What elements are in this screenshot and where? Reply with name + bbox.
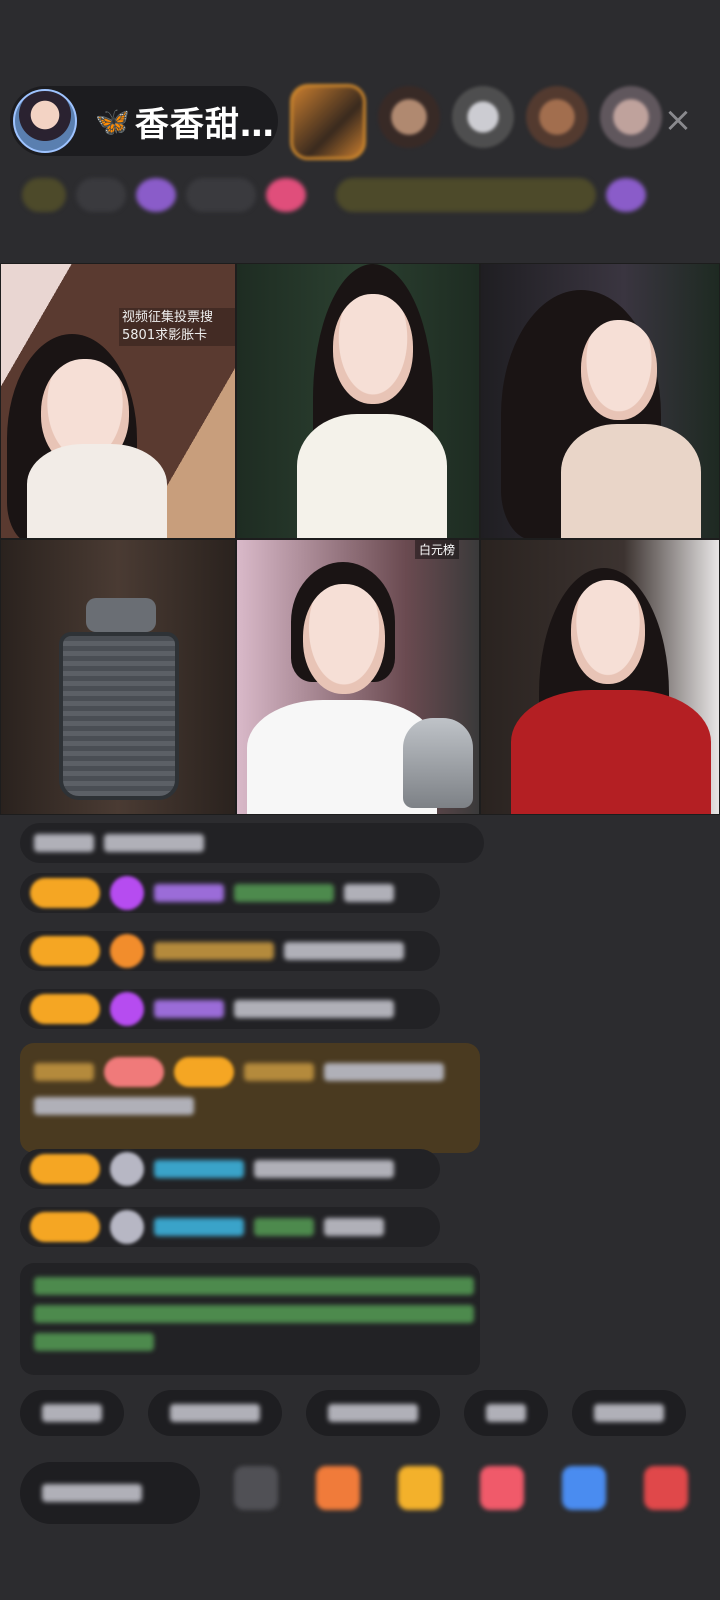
bottom-action-bar bbox=[20, 1458, 720, 1528]
chat-message[interactable] bbox=[20, 1149, 440, 1189]
host-name: 🦋 香香甜… bbox=[95, 97, 275, 146]
quick-reply-chip[interactable] bbox=[464, 1390, 548, 1436]
chat-text bbox=[34, 834, 94, 852]
diamond-icon bbox=[110, 992, 144, 1026]
info-bar bbox=[22, 172, 698, 218]
chat-text bbox=[254, 1160, 394, 1178]
host-name-text: 香香甜… bbox=[134, 104, 275, 145]
level-badge bbox=[30, 1154, 100, 1184]
chat-message[interactable] bbox=[20, 1207, 440, 1247]
video-tile-5[interactable]: 白元榜 bbox=[236, 539, 480, 815]
streamer-face bbox=[303, 584, 385, 694]
live-icon[interactable] bbox=[266, 178, 306, 212]
chat-username[interactable] bbox=[154, 1000, 224, 1018]
streamer-outfit bbox=[27, 444, 167, 538]
activity-icon[interactable] bbox=[480, 1466, 524, 1510]
viewer-avatar[interactable] bbox=[452, 86, 514, 148]
diamond-icon bbox=[110, 876, 144, 910]
quick-reply-row bbox=[20, 1390, 686, 1436]
notice-text bbox=[34, 1333, 154, 1351]
viewer-avatar-list bbox=[290, 84, 662, 160]
chat-username[interactable] bbox=[154, 884, 224, 902]
chat-text bbox=[254, 1218, 314, 1236]
quick-reply-chip[interactable] bbox=[306, 1390, 440, 1436]
popularity-icon bbox=[136, 178, 176, 212]
chat-text bbox=[324, 1218, 384, 1236]
rank-text bbox=[76, 178, 126, 212]
host-avatar[interactable] bbox=[13, 89, 77, 153]
badge bbox=[174, 1057, 234, 1087]
butterfly-icon: 🦋 bbox=[95, 104, 131, 138]
system-notice bbox=[20, 1263, 480, 1375]
empty-chair bbox=[59, 632, 179, 800]
highlight-message[interactable] bbox=[20, 1043, 480, 1153]
chat-username[interactable] bbox=[154, 942, 274, 960]
chat-text bbox=[344, 884, 394, 902]
streamer-outfit bbox=[561, 424, 701, 538]
badge bbox=[104, 1057, 164, 1087]
avatar-icon bbox=[110, 1152, 144, 1186]
chat-message[interactable] bbox=[20, 873, 440, 913]
notice-text bbox=[34, 1277, 474, 1295]
chat-text bbox=[234, 1000, 394, 1018]
chat-input[interactable] bbox=[20, 1462, 200, 1524]
streamer-face bbox=[571, 580, 645, 684]
level-badge bbox=[30, 878, 100, 908]
gift-icon[interactable] bbox=[316, 1466, 360, 1510]
level-badge bbox=[30, 936, 100, 966]
fan-icon bbox=[110, 934, 144, 968]
video-tile-4[interactable] bbox=[0, 539, 236, 815]
host-info-pill[interactable]: 🦋 香香甜… bbox=[10, 86, 278, 156]
streamer-face bbox=[333, 294, 413, 404]
chat-username[interactable] bbox=[154, 1218, 244, 1236]
chat-username[interactable] bbox=[244, 1063, 314, 1081]
activity-icon[interactable] bbox=[606, 178, 646, 212]
video-tile-1[interactable]: 视频征集投票搜5801求影胀卡 bbox=[0, 263, 236, 539]
chat-text bbox=[234, 884, 334, 902]
share-icon[interactable] bbox=[562, 1466, 606, 1510]
tile-notice-text: 视频征集投票搜5801求影胀卡 bbox=[119, 308, 235, 346]
gift-box-icon[interactable] bbox=[398, 1466, 442, 1510]
microphone bbox=[403, 718, 473, 808]
viewer-avatar[interactable] bbox=[600, 86, 662, 148]
chat-message[interactable] bbox=[20, 989, 440, 1029]
activity-banner[interactable] bbox=[336, 178, 596, 212]
avatar-icon bbox=[110, 1210, 144, 1244]
streamer-outfit bbox=[297, 414, 447, 538]
popularity-text bbox=[186, 178, 256, 212]
quick-reply-chip[interactable] bbox=[20, 1390, 124, 1436]
close-icon[interactable]: × bbox=[660, 102, 696, 138]
level-badge bbox=[30, 1212, 100, 1242]
streamer-face bbox=[581, 320, 657, 420]
level-badge bbox=[30, 994, 100, 1024]
viewer-avatar[interactable] bbox=[290, 84, 366, 160]
notice-text bbox=[34, 1305, 474, 1323]
badge bbox=[34, 1063, 94, 1081]
viewer-avatar[interactable] bbox=[378, 86, 440, 148]
video-tile-2[interactable] bbox=[236, 263, 480, 539]
chat-message[interactable] bbox=[20, 931, 440, 971]
chair-headrest bbox=[86, 598, 156, 632]
viewer-avatar[interactable] bbox=[526, 86, 588, 148]
video-tile-6[interactable] bbox=[480, 539, 720, 815]
more-icon[interactable] bbox=[644, 1466, 688, 1510]
chat-text bbox=[324, 1063, 444, 1081]
quick-reply-chip[interactable] bbox=[148, 1390, 282, 1436]
rank-badge[interactable] bbox=[22, 178, 66, 212]
emoji-icon[interactable] bbox=[234, 1466, 278, 1510]
chat-text bbox=[104, 834, 204, 852]
tile-rank-tag: 白元榜 bbox=[414, 540, 459, 559]
video-tile-3[interactable] bbox=[480, 263, 720, 539]
streamer-outfit bbox=[511, 690, 711, 814]
chat-text bbox=[284, 942, 404, 960]
chat-message[interactable] bbox=[20, 823, 484, 863]
multi-guest-video-grid: 视频征集投票搜5801求影胀卡 白元榜 bbox=[0, 263, 720, 815]
chat-text bbox=[34, 1097, 194, 1115]
quick-reply-chip[interactable] bbox=[572, 1390, 686, 1436]
chat-username[interactable] bbox=[154, 1160, 244, 1178]
